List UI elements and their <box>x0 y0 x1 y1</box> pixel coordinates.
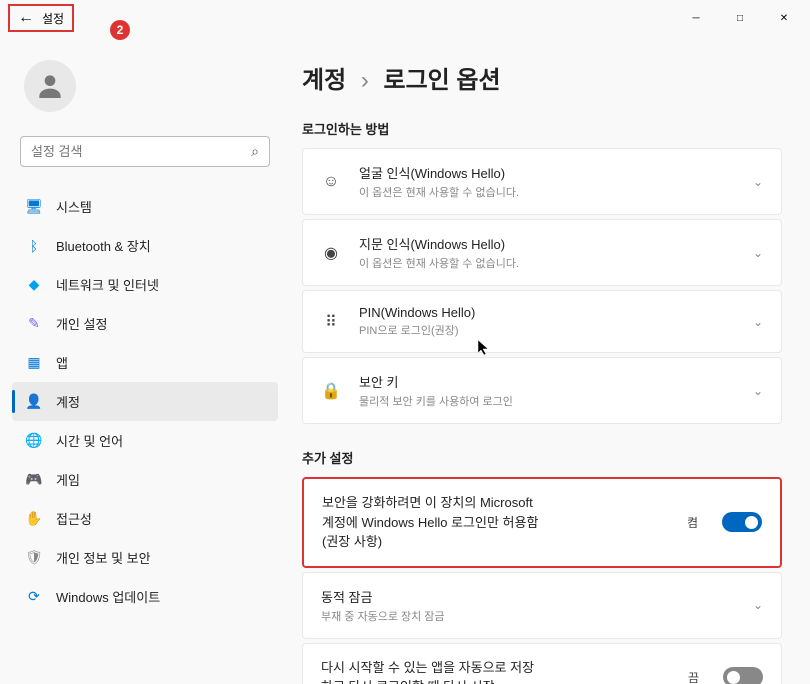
setting-restart-apps[interactable]: 다시 시작할 수 있는 앱을 자동으로 저장 하고 다시 로그인할 때 다시 시… <box>302 643 782 684</box>
option-title: 보안 키 <box>359 372 735 391</box>
sidebar-item-8[interactable]: ✋ 접근성 <box>12 499 278 538</box>
breadcrumb-current: 로그인 옵션 <box>384 67 501 94</box>
avatar[interactable] <box>24 60 76 112</box>
sidebar: ⌕ 🖥시스템ᛒBluetooth & 장치◆네트워크 및 인터넷✎개인 설정▦앱… <box>0 36 290 684</box>
nav-label: 개인 설정 <box>56 314 107 333</box>
search-icon: ⌕ <box>251 143 259 160</box>
nav-label: Bluetooth & 장치 <box>56 236 151 255</box>
nav-icon: ▦ <box>26 355 42 371</box>
window-title: 설정 <box>42 10 64 27</box>
signin-option-1[interactable]: ◉ 지문 인식(Windows Hello) 이 옵션은 현재 사용할 수 없습니다… <box>302 219 782 286</box>
toggle-label-on: 켬 <box>687 514 698 531</box>
toggle-hello-only[interactable] <box>722 512 762 532</box>
section-additional-title: 추가 설정 <box>302 448 782 467</box>
maximize-button[interactable]: □ <box>718 4 762 32</box>
nav-icon: ᛒ <box>26 238 42 254</box>
sidebar-item-10[interactable]: ⟳ Windows 업데이트 <box>12 577 278 616</box>
setting-restart-apps-text: 다시 시작할 수 있는 앱을 자동으로 저장 하고 다시 로그인할 때 다시 시… <box>321 658 670 684</box>
breadcrumb-separator: › <box>361 67 369 94</box>
nav-label: 계정 <box>56 392 80 411</box>
window-controls: ─ □ ✕ <box>674 4 806 32</box>
signin-option-3[interactable]: 🔒 보안 키물리적 보안 키를 사용하여 로그인 ⌄ <box>302 357 782 424</box>
search-input[interactable] <box>31 144 251 159</box>
dynamic-lock-title: 동적 잠금 <box>321 587 735 606</box>
breadcrumb-parent[interactable]: 계정 <box>302 67 346 94</box>
nav-icon: ✎ <box>26 316 42 332</box>
sidebar-item-5[interactable]: 👤 계정 <box>12 382 278 421</box>
setting-hello-only[interactable]: 보안을 강화하려면 이 장치의 Microsoft 계정에 Windows He… <box>302 477 782 568</box>
nav-label: 시간 및 언어 <box>56 431 123 450</box>
signin-option-2[interactable]: ⠿ PIN(Windows Hello) PIN으로 로그인(권장) ⌄ <box>302 290 782 353</box>
annotation-2: 2 <box>110 20 130 40</box>
back-button[interactable]: ← <box>18 9 34 27</box>
option-title: PIN(Windows Hello) <box>359 305 735 320</box>
chevron-down-icon: ⌄ <box>753 175 763 189</box>
option-icon: ☺ <box>321 173 341 191</box>
minimize-button[interactable]: ─ <box>674 4 718 32</box>
nav-label: 시스템 <box>56 197 92 216</box>
chevron-down-icon: ⌄ <box>753 384 763 398</box>
nav-icon: 👤 <box>26 394 42 410</box>
nav-label: 접근성 <box>56 509 92 528</box>
sidebar-item-9[interactable]: 🛡 개인 정보 및 보안 <box>12 538 278 577</box>
setting-dynamic-lock[interactable]: 동적 잠금 부재 중 자동으로 장치 잠금 ⌄ <box>302 572 782 639</box>
nav-icon: ✋ <box>26 511 42 527</box>
option-icon: 🔒 <box>321 381 341 401</box>
chevron-down-icon: ⌄ <box>753 315 763 329</box>
close-button[interactable]: ✕ <box>762 4 806 32</box>
nav-label: 네트워크 및 인터넷 <box>56 275 159 294</box>
option-title: 지문 인식(Windows Hello) <box>359 234 735 253</box>
search-box[interactable]: ⌕ <box>20 136 270 167</box>
option-icon: ◉ <box>321 243 341 263</box>
sidebar-item-3[interactable]: ✎ 개인 설정 <box>12 304 278 343</box>
option-icon: ⠿ <box>321 312 341 332</box>
option-sub: 물리적 보안 키를 사용하여 로그인 <box>359 393 735 409</box>
toggle-label-off: 끔 <box>688 669 699 684</box>
sidebar-item-0[interactable]: 🖥 시스템 <box>12 187 278 226</box>
nav-label: 게임 <box>56 470 80 489</box>
chevron-down-icon: ⌄ <box>753 598 763 612</box>
nav-label: Windows 업데이트 <box>56 587 160 606</box>
nav-icon: 🖥 <box>26 199 42 215</box>
section-signin-title: 로그인하는 방법 <box>302 119 782 138</box>
sidebar-item-2[interactable]: ◆ 네트워크 및 인터넷 <box>12 265 278 304</box>
signin-option-0[interactable]: ☺ 얼굴 인식(Windows Hello) 이 옵션은 현재 사용할 수 없습니다… <box>302 148 782 215</box>
dynamic-lock-sub: 부재 중 자동으로 장치 잠금 <box>321 608 735 624</box>
toggle-restart-apps[interactable] <box>723 667 763 684</box>
sidebar-item-6[interactable]: 🌐 시간 및 언어 <box>12 421 278 460</box>
nav-icon: 🛡 <box>26 550 42 566</box>
sidebar-item-7[interactable]: 🎮 게임 <box>12 460 278 499</box>
nav-label: 앱 <box>56 353 68 372</box>
titlebar-back-group: ← 설정 <box>8 4 74 32</box>
nav-icon: 🌐 <box>26 433 42 449</box>
option-title: 얼굴 인식(Windows Hello) <box>359 163 735 182</box>
chevron-down-icon: ⌄ <box>753 246 763 260</box>
titlebar: ← 설정 2 ─ □ ✕ <box>0 0 810 36</box>
option-sub: PIN으로 로그인(권장) <box>359 322 735 338</box>
option-sub: 이 옵션은 현재 사용할 수 없습니다. <box>359 184 735 200</box>
setting-hello-only-text: 보안을 강화하려면 이 장치의 Microsoft 계정에 Windows He… <box>322 493 669 552</box>
nav-label: 개인 정보 및 보안 <box>56 548 151 567</box>
nav-icon: ◆ <box>26 277 42 293</box>
sidebar-item-4[interactable]: ▦앱 <box>12 343 278 382</box>
nav-icon: ⟳ <box>26 589 42 605</box>
main-content: 계정 › 로그인 옵션 로그인하는 방법 ☺ 얼굴 인식(Windows Hell… <box>290 36 810 684</box>
sidebar-item-1[interactable]: ᛒ Bluetooth & 장치 <box>12 226 278 265</box>
option-sub: 이 옵션은 현재 사용할 수 없습니다. <box>359 255 735 271</box>
breadcrumb: 계정 › 로그인 옵션 <box>302 60 782 95</box>
user-icon <box>34 70 66 102</box>
nav-icon: 🎮 <box>26 472 42 488</box>
